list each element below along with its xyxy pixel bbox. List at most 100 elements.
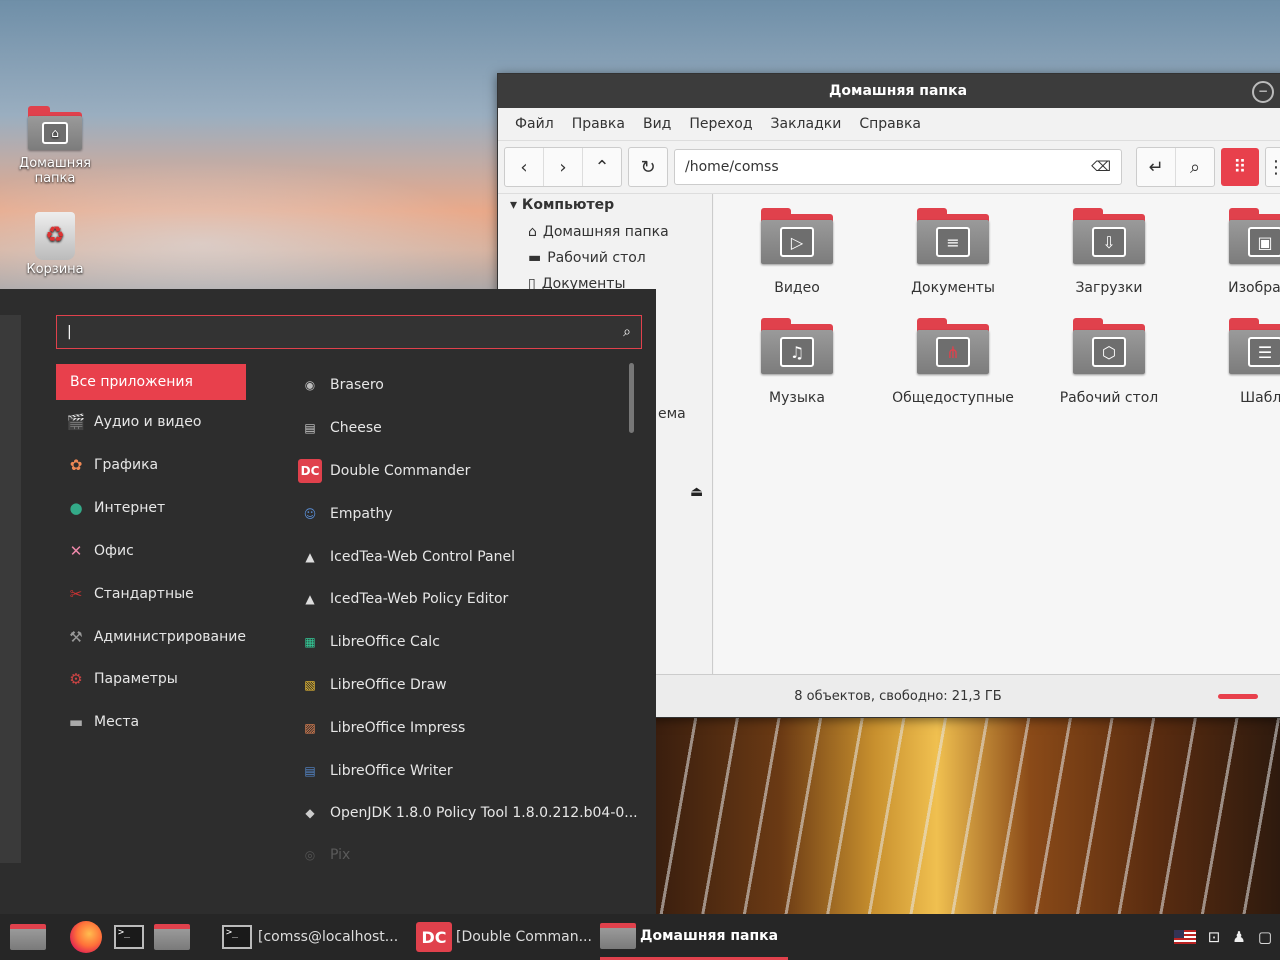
path-input[interactable]: /home/comss [685,159,779,175]
desktop-icon-home[interactable]: ⌂ Домашняя папка [0,106,110,186]
folder-item-public[interactable]: ⋔ Общедоступные [878,318,1028,406]
desktop-icon-trash[interactable]: ♻ Корзина [0,212,110,277]
app-pix[interactable]: ◎ Pix [298,837,351,873]
app-libreoffice-draw[interactable]: ▧ LibreOffice Draw [298,667,446,703]
app-empathy[interactable]: ☺ Empathy [298,496,393,532]
zoom-slider[interactable] [1218,694,1258,699]
sidebar-item-desktop[interactable]: ▬ Рабочий стол [498,245,712,271]
forward-button[interactable]: › [544,148,583,186]
empathy-icon: ☺ [303,507,317,521]
menu-file[interactable]: Файл [506,116,563,132]
list-icon: ⋮ [1267,156,1280,178]
back-button[interactable]: ‹ [505,148,544,186]
user-icon[interactable]: ♟ [1232,928,1245,946]
folder-item-templates[interactable]: ☰ Шабло [1190,318,1280,406]
menu-view[interactable]: Вид [634,116,680,132]
category-label: Аудио и видео [94,414,202,430]
window-icon[interactable]: ▢ [1258,928,1272,946]
window-titlebar[interactable]: Домашняя папка − [498,74,1280,108]
flag-us-icon[interactable] [1173,930,1196,944]
folder-item-documents[interactable]: ≡ Документы [878,208,1028,296]
eject-icon[interactable]: ⏏ [690,484,703,500]
category-accessories[interactable]: ✂ Стандартные [56,576,246,612]
category-all[interactable]: Все приложения [56,364,246,400]
office-icon: ✕ [69,542,83,560]
desktop-icon-label: Корзина [26,262,84,277]
apps-scrollbar[interactable] [629,363,634,433]
admin-icon: ⚒ [69,628,83,646]
sidebar-heading[interactable]: ▾ Компьютер [498,194,712,219]
list-view-button[interactable]: ⋮ [1265,147,1280,187]
menu-button[interactable] [10,914,50,960]
launcher-firefox[interactable] [70,914,102,960]
chevron-up-icon: ⌃ [594,156,610,178]
folder-item-video[interactable]: ▷ Видео [722,208,872,296]
launcher-files[interactable] [154,914,194,960]
category-audio-video[interactable]: 🎬 Аудио и видео [56,404,246,440]
task-terminal[interactable]: >_ [comss@localhost... [222,914,398,960]
double-commander-icon: DC [416,922,452,952]
icon-view-button[interactable]: ⠿ [1221,148,1259,186]
menu-help[interactable]: Справка [850,116,930,132]
template-icon: ☰ [1229,318,1280,374]
menubar: Файл Правка Вид Переход Закладки Справка [498,108,1280,141]
toggle-location-button[interactable]: ↵ [1137,148,1176,186]
search-input-value: | [67,324,72,340]
category-internet[interactable]: ● Интернет [56,490,246,526]
app-label: Empathy [330,506,393,522]
grid-icon: ⠿ [1233,156,1247,178]
folder-item-music[interactable]: ♫ Музыка [722,318,872,406]
sidebar-partial-label: ема [658,406,686,422]
category-office[interactable]: ✕ Офис [56,533,246,569]
category-places[interactable]: ▬ Места [56,704,246,740]
search-button[interactable]: ⌕ [1176,148,1214,186]
folder-item-desktop[interactable]: ⬡ Рабочий стол [1034,318,1184,406]
search-input[interactable]: | ⌕ [56,315,642,349]
tools-group: ↵ ⌕ [1136,147,1215,187]
task-home-folder[interactable]: Домашняя папка [600,914,788,960]
network-icon[interactable]: ⊡ [1208,928,1221,946]
folder-item-images[interactable]: ▣ Изображе [1190,208,1280,296]
chevron-left-icon: ‹ [520,156,528,178]
home-icon: ⌂ [528,224,537,240]
menu-icon [10,924,46,950]
category-graphics[interactable]: ✿ Графика [56,447,246,483]
download-icon: ⇩ [1073,208,1145,264]
sidebar-item-home[interactable]: ⌂ Домашняя папка [498,219,712,245]
nav-group: ‹ › ⌃ [504,147,622,187]
app-cheese[interactable]: ▤ Cheese [298,410,381,446]
menu-go[interactable]: Переход [680,116,761,132]
folder-item-downloads[interactable]: ⇩ Загрузки [1034,208,1184,296]
app-icedtea-policy-editor[interactable]: ▲ IcedTea-Web Policy Editor [298,581,508,617]
app-brasero[interactable]: ◉ Brasero [298,367,384,403]
share-icon: ⋔ [917,318,989,374]
java-icon: ▲ [305,592,315,606]
app-libreoffice-writer[interactable]: ▤ LibreOffice Writer [298,753,452,789]
path-bar[interactable]: /home/comss ⌫ [674,149,1122,185]
category-settings[interactable]: ⚙ Параметры [56,661,246,697]
clear-path-icon[interactable]: ⌫ [1091,159,1111,175]
app-libreoffice-impress[interactable]: ▨ LibreOffice Impress [298,710,465,746]
up-button[interactable]: ⌃ [583,148,621,186]
app-icedtea-control-panel[interactable]: ▲ IcedTea-Web Control Panel [298,539,515,575]
app-libreoffice-calc[interactable]: ▦ LibreOffice Calc [298,624,440,660]
menu-edit[interactable]: Правка [563,116,634,132]
menu-bookmarks[interactable]: Закладки [762,116,851,132]
system-tray: ⊡ ♟ ▢ [1173,914,1272,960]
app-label: Double Commander [330,463,471,479]
desktop-icon: ▬ [528,250,542,266]
reload-button[interactable]: ↻ [628,147,668,187]
app-openjdk-policy-tool[interactable]: ◆ OpenJDK 1.8.0 Policy Tool 1.8.0.212.b04… [298,795,637,831]
trash-icon: ♻ [35,212,75,260]
wallpaper-bridge [656,716,1280,914]
cheese-icon: ▤ [304,421,316,435]
minimize-icon[interactable]: − [1252,81,1274,103]
task-double-commander[interactable]: DC [Double Comman... [416,914,592,960]
category-administration[interactable]: ⚒ Администрирование [56,619,246,655]
firefox-icon [70,921,102,953]
folder-label: Видео [774,280,820,296]
app-double-commander[interactable]: DC Double Commander [298,453,470,489]
launcher-terminal[interactable]: >_ [114,914,150,960]
desktop-icon: ⬡ [1073,318,1145,374]
double-commander-icon: DC [298,459,322,483]
